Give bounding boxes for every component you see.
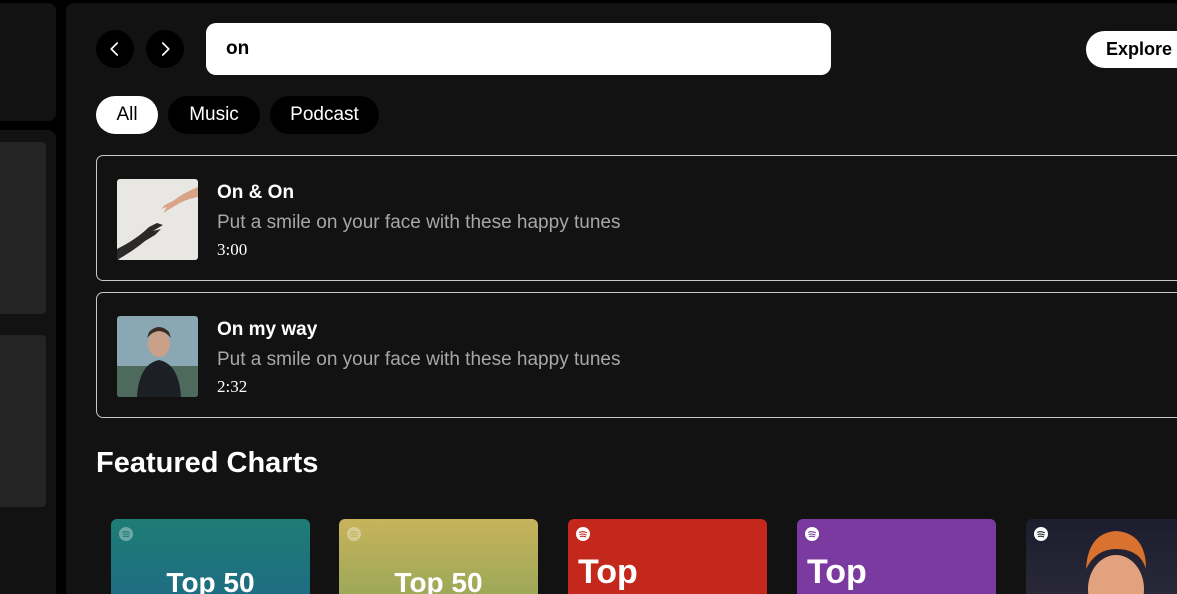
- filter-chip-label: Podcast: [290, 104, 359, 125]
- sidebar-library-item[interactable]: [0, 142, 46, 314]
- spotify-icon: [1034, 527, 1048, 541]
- chart-card[interactable]: Top 50: [111, 519, 310, 594]
- track-duration: 2:32: [217, 377, 248, 396]
- chart-card-label: Top 50: [166, 567, 255, 594]
- filter-chip-all[interactable]: All: [96, 96, 158, 134]
- spotify-icon: [119, 527, 133, 541]
- explore-button-label: Explore p: [1106, 39, 1177, 59]
- sidebar-library-item[interactable]: [0, 335, 46, 507]
- search-bar[interactable]: [206, 23, 831, 75]
- chart-card[interactable]: Top 50: [339, 519, 538, 594]
- spotify-icon: [576, 527, 590, 541]
- chart-card-label: Top: [807, 553, 867, 591]
- featured-charts-heading: Featured Charts: [96, 447, 319, 479]
- sidebar-nav-panel: [0, 3, 56, 121]
- chart-card-label: Top 50: [394, 567, 483, 594]
- chart-card[interactable]: Top: [797, 519, 996, 594]
- forward-button[interactable]: [146, 30, 184, 68]
- filter-chip-label: Music: [189, 104, 239, 125]
- app-root: Explore p All Music Podcast On & On Put …: [0, 0, 1177, 594]
- track-title: On my way: [217, 319, 318, 340]
- search-result-item[interactable]: On my way Put a smile on your face with …: [96, 292, 1177, 418]
- filter-chip-label: All: [116, 104, 138, 125]
- filter-chip-podcast[interactable]: Podcast: [270, 96, 379, 134]
- chart-card[interactable]: [1026, 519, 1177, 594]
- track-subtitle: Put a smile on your face with these happ…: [217, 212, 621, 233]
- spotify-icon: [347, 527, 361, 541]
- search-input[interactable]: [226, 38, 811, 60]
- track-title: On & On: [217, 182, 295, 203]
- explore-button[interactable]: Explore p: [1086, 31, 1177, 68]
- artist-photo: [1086, 531, 1146, 594]
- filter-chip-music[interactable]: Music: [168, 96, 260, 134]
- spotify-icon: [805, 527, 819, 541]
- chevron-right-icon: [161, 42, 170, 56]
- track-artwork: [117, 179, 198, 260]
- back-button[interactable]: [96, 30, 134, 68]
- track-subtitle: Put a smile on your face with these happ…: [217, 349, 621, 370]
- track-duration: 3:00: [217, 240, 248, 259]
- chart-card-label: Top: [578, 553, 638, 591]
- chevron-left-icon: [110, 42, 119, 56]
- search-result-item[interactable]: On & On Put a smile on your face with th…: [96, 155, 1177, 281]
- chart-card[interactable]: Top: [568, 519, 767, 594]
- track-artwork: [117, 316, 198, 397]
